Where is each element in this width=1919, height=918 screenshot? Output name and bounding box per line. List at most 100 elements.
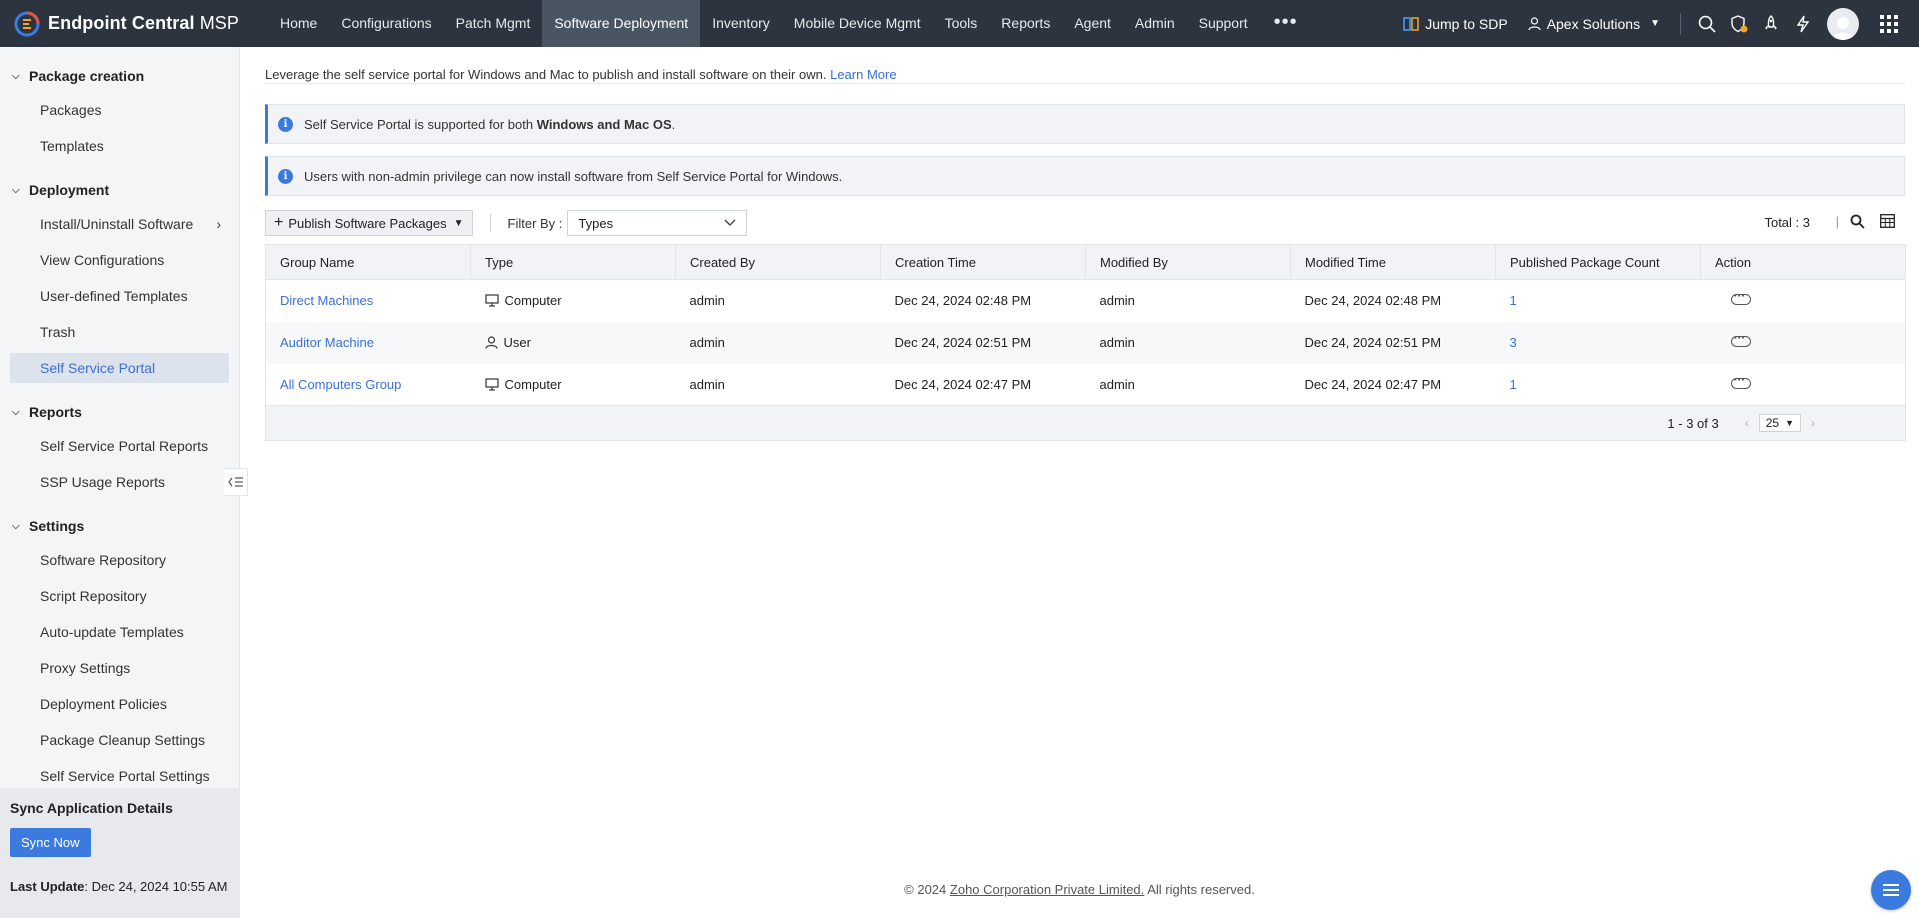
sidebar-item-templates[interactable]: Templates <box>10 131 229 161</box>
search-icon[interactable] <box>1691 8 1723 40</box>
chevron-down-icon: ⌵ <box>12 70 20 82</box>
chevron-down-icon: ⌵ <box>12 520 20 532</box>
top-navbar: Endpoint Central MSP Home Configurations… <box>0 0 1919 47</box>
more-actions-icon[interactable] <box>1730 372 1751 389</box>
info-icon: i <box>278 116 293 132</box>
sidebar-item-deployment-policies[interactable]: Deployment Policies <box>10 689 229 719</box>
more-actions-icon[interactable] <box>1730 288 1751 306</box>
sidebar-item-ssp-settings[interactable]: Self Service Portal Settings <box>10 761 229 787</box>
sidebar-item-user-defined-templates[interactable]: User-defined Templates <box>10 281 229 311</box>
column-header[interactable]: Type <box>470 244 676 280</box>
company-link[interactable]: Zoho Corporation Private Limited. <box>950 882 1144 897</box>
apps-grid-icon[interactable] <box>1873 8 1905 40</box>
collapse-sidebar-icon[interactable] <box>224 468 248 496</box>
package-count-link[interactable]: 1 <box>1510 377 1517 392</box>
section-settings[interactable]: ⌵ Settings <box>0 515 239 537</box>
sidebar-item-software-repository[interactable]: Software Repository <box>10 545 229 575</box>
nav-software-deployment[interactable]: Software Deployment <box>542 0 701 47</box>
publish-software-packages-button[interactable]: + Publish Software Packages ▼ <box>265 210 473 236</box>
per-page-select[interactable]: 25 ▼ <box>1758 414 1801 432</box>
modified-by: admin <box>1099 293 1135 309</box>
brand-name: Endpoint Central MSP <box>48 13 240 33</box>
sync-panel: Sync Application Details Sync Now Last U… <box>0 788 240 918</box>
sidebar-item-package-cleanup-settings[interactable]: Package Cleanup Settings <box>10 725 229 755</box>
sidebar-item-ssp-usage-reports[interactable]: SSP Usage Reports <box>10 467 229 497</box>
modified-time: Dec 24, 2024 02:51 PM <box>1290 321 1496 364</box>
sidebar-item-proxy-settings[interactable]: Proxy Settings <box>10 653 229 683</box>
column-header[interactable]: Creation Time <box>880 244 1086 280</box>
group-name-link[interactable]: Auditor Machine <box>280 335 374 350</box>
caret-down-icon: ▼ <box>1650 18 1660 29</box>
sidebar-item-script-repository[interactable]: Script Repository <box>10 581 229 611</box>
section-deployment[interactable]: ⌵ Deployment <box>0 179 239 201</box>
monitor-icon <box>484 378 499 391</box>
groups-table: Group Name Type Created By Creation Time… <box>265 244 1906 441</box>
nav-home[interactable]: Home <box>268 0 329 47</box>
sidebar-item-install-uninstall[interactable]: Install/Uninstall Software › <box>10 209 229 239</box>
nav-patch-mgmt[interactable]: Patch Mgmt <box>444 0 543 47</box>
more-actions-icon[interactable] <box>1730 330 1751 347</box>
type-cell: Computer <box>484 377 676 392</box>
brand[interactable]: Endpoint Central MSP <box>0 11 268 37</box>
nav-admin[interactable]: Admin <box>1123 0 1187 47</box>
column-chooser-icon[interactable] <box>1880 214 1895 231</box>
nav-inventory[interactable]: Inventory <box>700 0 782 47</box>
group-name-link[interactable]: All Computers Group <box>280 377 401 392</box>
user-outline-icon <box>1528 16 1541 30</box>
rocket-icon[interactable] <box>1755 8 1787 40</box>
sync-now-button[interactable]: Sync Now <box>10 828 91 857</box>
chevron-down-icon: ⌵ <box>12 406 20 418</box>
main-content: Leverage the self service portal for Win… <box>265 47 1906 441</box>
table-header-row: Group Name Type Created By Creation Time… <box>265 244 1906 280</box>
shield-notification-icon[interactable] <box>1723 8 1755 40</box>
endpoint-central-logo-icon <box>14 11 40 36</box>
sidebar-item-auto-update-templates[interactable]: Auto-update Templates <box>10 617 229 647</box>
divider: | <box>1835 214 1839 229</box>
nav-support[interactable]: Support <box>1187 0 1260 47</box>
chat-menu-icon[interactable] <box>1871 870 1911 910</box>
sidebar-item-view-configurations[interactable]: View Configurations <box>10 245 229 275</box>
column-header[interactable]: Created By <box>675 244 881 280</box>
table-row: All Computers Group Computer admin Dec 2… <box>266 364 1906 406</box>
column-header[interactable]: Modified Time <box>1290 244 1496 280</box>
banner-text: Self Service Portal is supported for bot… <box>304 116 676 132</box>
sidebar-item-ssp-reports[interactable]: Self Service Portal Reports <box>10 431 229 461</box>
column-header[interactable]: Modified By <box>1085 244 1291 280</box>
section-package-creation[interactable]: ⌵ Package creation <box>0 65 239 87</box>
avatar[interactable] <box>1827 7 1859 40</box>
sidebar-item-trash[interactable]: Trash <box>10 317 229 347</box>
nav-agent[interactable]: Agent <box>1062 0 1123 47</box>
pagination-range: 1 - 3 of 3 <box>1667 415 1719 431</box>
more-menu-icon[interactable]: ••• <box>1260 0 1312 47</box>
table-search-icon[interactable] <box>1850 214 1865 232</box>
nav-tools[interactable]: Tools <box>933 0 990 47</box>
nav-reports[interactable]: Reports <box>989 0 1062 47</box>
org-selector[interactable]: Apex Solutions ▼ <box>1528 16 1660 32</box>
created-by: admin <box>689 376 725 392</box>
modified-by: admin <box>1085 321 1291 364</box>
table-row: Direct Machines Computer admin Dec 24, 2… <box>266 280 1906 322</box>
modified-time: Dec 24, 2024 02:47 PM <box>1304 376 1442 392</box>
chevron-right-icon: › <box>216 216 221 232</box>
lightning-icon[interactable] <box>1787 8 1819 40</box>
org-name: Apex Solutions <box>1546 15 1641 32</box>
nav-configurations[interactable]: Configurations <box>329 0 443 47</box>
prev-page-icon[interactable]: ‹ <box>1745 416 1749 430</box>
column-header[interactable]: Published Package Count <box>1495 244 1701 280</box>
pagination-row: 1 - 3 of 3 ‹ 25 ▼ › <box>265 405 1906 441</box>
sdp-icon <box>1403 16 1419 31</box>
creation-time: Dec 24, 2024 02:51 PM <box>880 321 1086 364</box>
jump-to-sdp-link[interactable]: Jump to SDP <box>1403 16 1508 32</box>
filter-types-select[interactable]: Types <box>567 210 748 236</box>
column-header[interactable]: Group Name <box>265 244 471 280</box>
section-reports[interactable]: ⌵ Reports <box>0 401 239 423</box>
footer: © 2024 Zoho Corporation Private Limited.… <box>904 882 1255 897</box>
sidebar-item-packages[interactable]: Packages <box>10 95 229 125</box>
learn-more-link[interactable]: Learn More <box>830 67 896 82</box>
group-name-link[interactable]: Direct Machines <box>280 293 373 308</box>
package-count-link[interactable]: 1 <box>1510 293 1517 308</box>
sidebar-item-self-service-portal[interactable]: Self Service Portal <box>10 353 229 383</box>
next-page-icon[interactable]: › <box>1811 416 1815 430</box>
package-count-link[interactable]: 3 <box>1510 335 1517 350</box>
nav-mobile-device-mgmt[interactable]: Mobile Device Mgmt <box>782 0 933 47</box>
